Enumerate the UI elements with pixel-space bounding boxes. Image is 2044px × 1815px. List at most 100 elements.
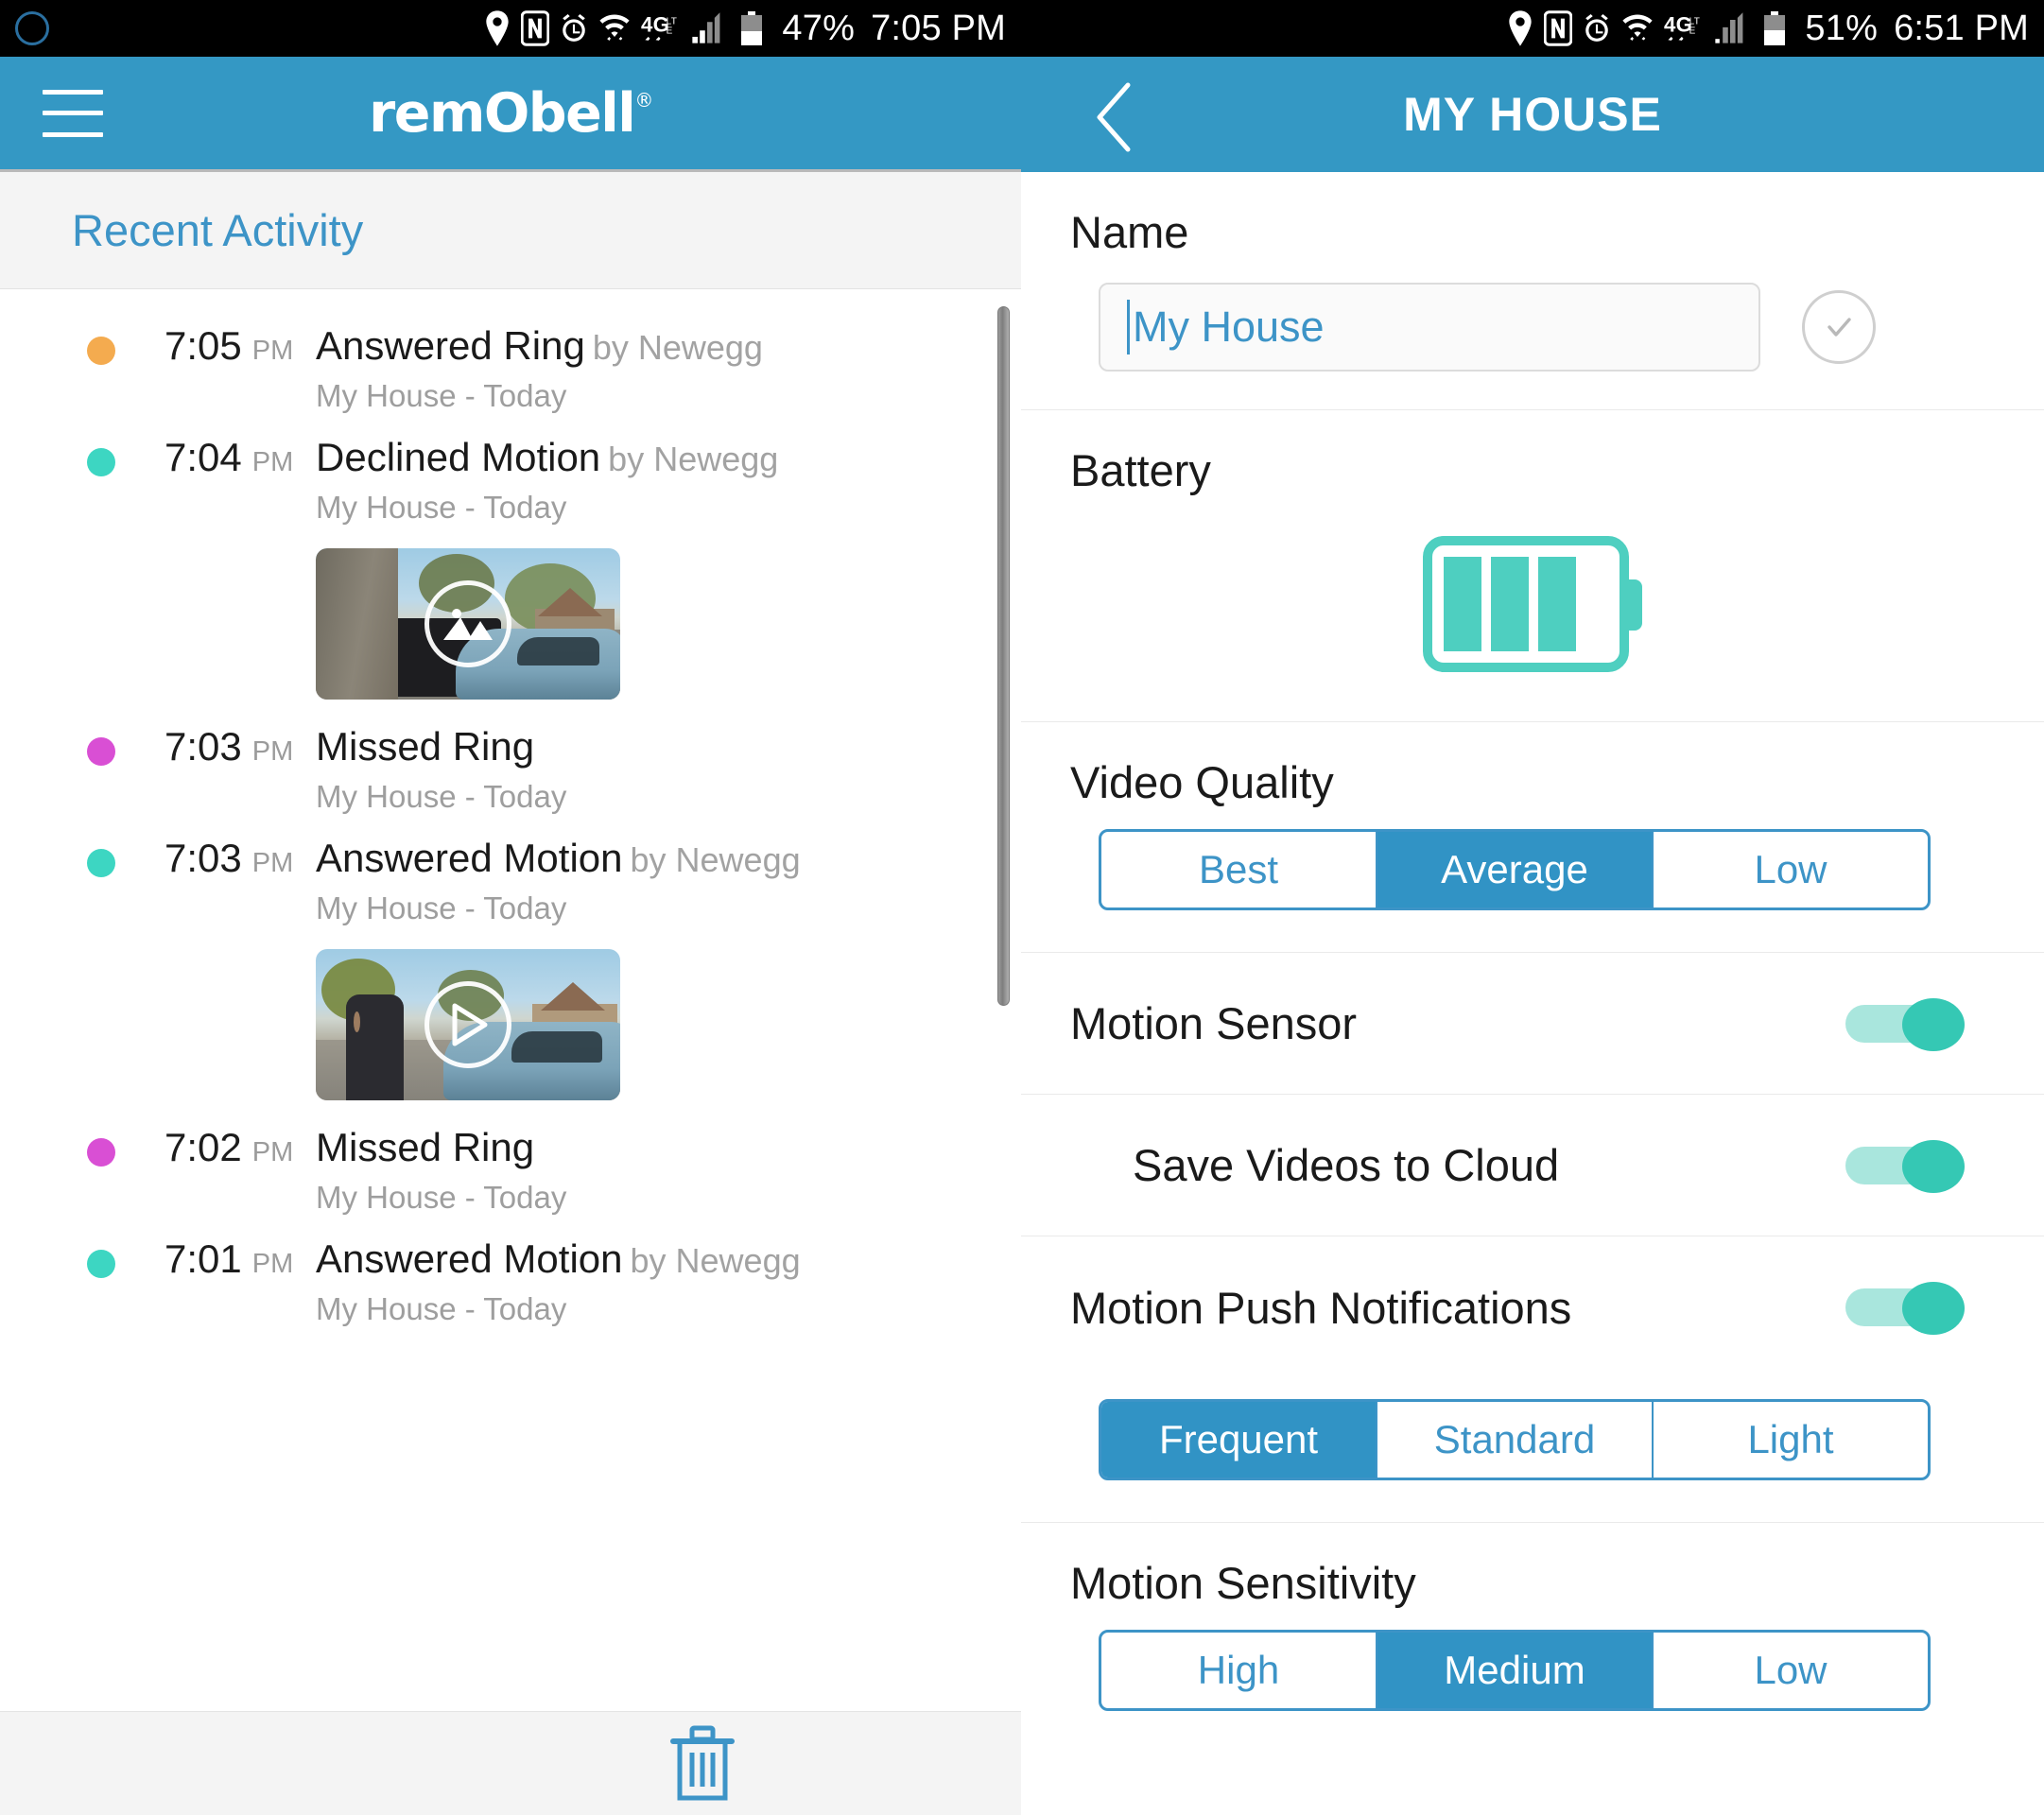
left-battery-percent: 47% bbox=[782, 8, 856, 48]
activity-thumbnail[interactable] bbox=[316, 949, 620, 1100]
segment-medium[interactable]: Medium bbox=[1377, 1633, 1654, 1708]
activity-time-value: 7:03 bbox=[165, 724, 242, 769]
activity-list: 7:05 PM Answered Ring by Newegg My House -… bbox=[0, 289, 1021, 1335]
activity-thumbnail[interactable] bbox=[316, 548, 620, 700]
activity-row[interactable]: 7:05 PM Answered Ring by Newegg My House -… bbox=[0, 310, 1021, 422]
left-status-left-slot bbox=[15, 11, 484, 45]
image-icon[interactable] bbox=[424, 580, 511, 667]
svg-text:E: E bbox=[1689, 26, 1696, 37]
wifi-icon bbox=[1622, 14, 1654, 41]
chevron-left-icon[interactable] bbox=[1092, 81, 1135, 152]
name-input[interactable]: My House bbox=[1099, 283, 1760, 372]
motion-push-row[interactable]: Motion Push Notifications bbox=[1021, 1236, 2044, 1378]
recent-activity-header: Recent Activity bbox=[0, 172, 1021, 289]
registered-mark: ® bbox=[634, 88, 653, 112]
settings-list: Name My House Battery Video Quality Best… bbox=[1021, 172, 2044, 1815]
motion-sensor-row[interactable]: Motion Sensor bbox=[1021, 953, 2044, 1095]
video-quality-section: Video Quality Best Average Low bbox=[1021, 722, 2044, 953]
save-videos-toggle[interactable] bbox=[1845, 1139, 1965, 1193]
4glte-icon: 4GLTE bbox=[1664, 12, 1700, 41]
thumbnail-car-window bbox=[511, 1030, 602, 1063]
activity-status-dot bbox=[87, 849, 115, 877]
motion-push-label: Motion Push Notifications bbox=[1070, 1282, 1572, 1333]
right-battery-percent: 51% bbox=[1805, 8, 1879, 48]
battery-bar bbox=[1538, 557, 1576, 651]
check-circle-icon[interactable] bbox=[1802, 290, 1876, 364]
activity-title-line: Answered Motion by Newegg bbox=[316, 836, 1021, 881]
activity-time-value: 7:01 bbox=[165, 1236, 242, 1281]
left-clock: 7:05 PM bbox=[871, 8, 1006, 48]
activity-status-dot bbox=[87, 337, 115, 365]
name-value: My House bbox=[1133, 302, 1325, 351]
activity-title: Answered Motion bbox=[316, 836, 623, 880]
battery-icon bbox=[1423, 536, 1642, 672]
segment-best[interactable]: Best bbox=[1101, 832, 1377, 908]
activity-subtitle: My House - Today bbox=[316, 779, 567, 814]
activity-time: 7:03 PM bbox=[115, 822, 316, 1112]
play-icon[interactable] bbox=[424, 981, 511, 1068]
activity-title-line: Missed Ring bbox=[316, 724, 1021, 769]
segment-average[interactable]: Average bbox=[1377, 832, 1654, 908]
notification-circle-icon bbox=[15, 11, 49, 45]
motion-sensor-toggle[interactable] bbox=[1845, 997, 1965, 1051]
remobell-logo: remObell® bbox=[0, 82, 1021, 145]
save-videos-row[interactable]: Save Videos to Cloud bbox=[1021, 1095, 2044, 1236]
activity-body: Answered Motion by Newegg My House - Toda… bbox=[316, 822, 1021, 1112]
thumbnail-person-head bbox=[354, 1011, 361, 1033]
segment-frequent[interactable]: Frequent bbox=[1101, 1402, 1377, 1478]
motion-push-segmented: Frequent Standard Light bbox=[1099, 1399, 1931, 1480]
thumbnail-person bbox=[346, 994, 405, 1100]
activity-title: Declined Motion bbox=[316, 435, 601, 479]
activity-time: 7:01 PM bbox=[115, 1223, 316, 1335]
segment-standard[interactable]: Standard bbox=[1377, 1402, 1654, 1478]
activity-row[interactable]: 7:04 PM Declined Motion by Newegg My House… bbox=[0, 422, 1021, 711]
hamburger-menu-icon[interactable] bbox=[43, 89, 103, 137]
thumbnail-wall bbox=[316, 548, 398, 700]
location-icon bbox=[486, 10, 510, 46]
motion-sensor-label: Motion Sensor bbox=[1070, 998, 1358, 1048]
video-quality-control-wrap: Best Average Low bbox=[1021, 808, 2044, 952]
left-status-icons: 4G LT E 47% 7:05 PM bbox=[484, 9, 1006, 49]
left-status-bar: 4G LT E 47% 7:05 PM bbox=[0, 0, 1021, 57]
segment-low[interactable]: Low bbox=[1654, 1633, 1928, 1708]
video-quality-segmented: Best Average Low bbox=[1099, 829, 1931, 910]
name-row: My House bbox=[1021, 258, 2044, 409]
activity-time: 7:03 PM bbox=[115, 711, 316, 822]
activity-time-ampm: PM bbox=[251, 336, 294, 366]
motion-push-toggle[interactable] bbox=[1845, 1282, 1965, 1335]
segment-low[interactable]: Low bbox=[1654, 832, 1928, 908]
activity-pane: 4G LT E 47% 7:05 PM remObell® Recent Activ… bbox=[0, 0, 1021, 1815]
settings-pane: 4G LT E 51% 6:51 PM MY HOUSE Name My Hou… bbox=[1021, 0, 2044, 1815]
segment-light[interactable]: Light bbox=[1654, 1402, 1928, 1478]
activity-row[interactable]: 7:02 PM Missed Ring My House - Today bbox=[0, 1112, 1021, 1223]
activity-status-dot bbox=[87, 1138, 115, 1167]
activity-footer bbox=[0, 1711, 1021, 1815]
activity-row[interactable]: 7:03 PM Answered Motion by Newegg My House… bbox=[0, 822, 1021, 1112]
activity-body: Missed Ring My House - Today bbox=[316, 711, 1021, 822]
activity-subtitle: My House - Today bbox=[316, 1291, 567, 1326]
battery-bar bbox=[1491, 557, 1529, 651]
nfc-icon bbox=[521, 10, 550, 46]
activity-title-line: Answered Motion by Newegg bbox=[316, 1236, 1021, 1282]
battery-indicator bbox=[1021, 496, 2044, 721]
activity-time-ampm: PM bbox=[251, 1249, 294, 1279]
activity-title-line: Missed Ring bbox=[316, 1125, 1021, 1170]
activity-body: Missed Ring My House - Today bbox=[316, 1112, 1021, 1223]
segment-high[interactable]: High bbox=[1101, 1633, 1377, 1708]
activity-status-dot bbox=[87, 737, 115, 766]
thumbnail-car-window bbox=[517, 636, 599, 666]
app-screen: 4G LT E 47% 7:05 PM remObell® Recent Activ… bbox=[0, 0, 2044, 1815]
thumbnail-roof bbox=[537, 587, 602, 616]
activity-subtitle: My House - Today bbox=[316, 378, 567, 413]
status-battery-icon bbox=[741, 11, 763, 45]
activity-title-line: Answered Ring by Newegg bbox=[316, 323, 1021, 369]
activity-scroll-area[interactable]: 7:05 PM Answered Ring by Newegg My House -… bbox=[0, 289, 1021, 1711]
thumbnail-roof bbox=[540, 982, 605, 1011]
activity-subtitle: My House - Today bbox=[316, 890, 567, 925]
activity-row[interactable]: 7:03 PM Missed Ring My House - Today bbox=[0, 711, 1021, 822]
activity-row[interactable]: 7:01 PM Answered Motion by Newegg My House… bbox=[0, 1223, 1021, 1335]
trash-icon[interactable] bbox=[667, 1724, 737, 1804]
activity-scrollbar[interactable] bbox=[997, 306, 1010, 1006]
svg-text:E: E bbox=[667, 26, 673, 37]
activity-time: 7:05 PM bbox=[115, 310, 316, 422]
